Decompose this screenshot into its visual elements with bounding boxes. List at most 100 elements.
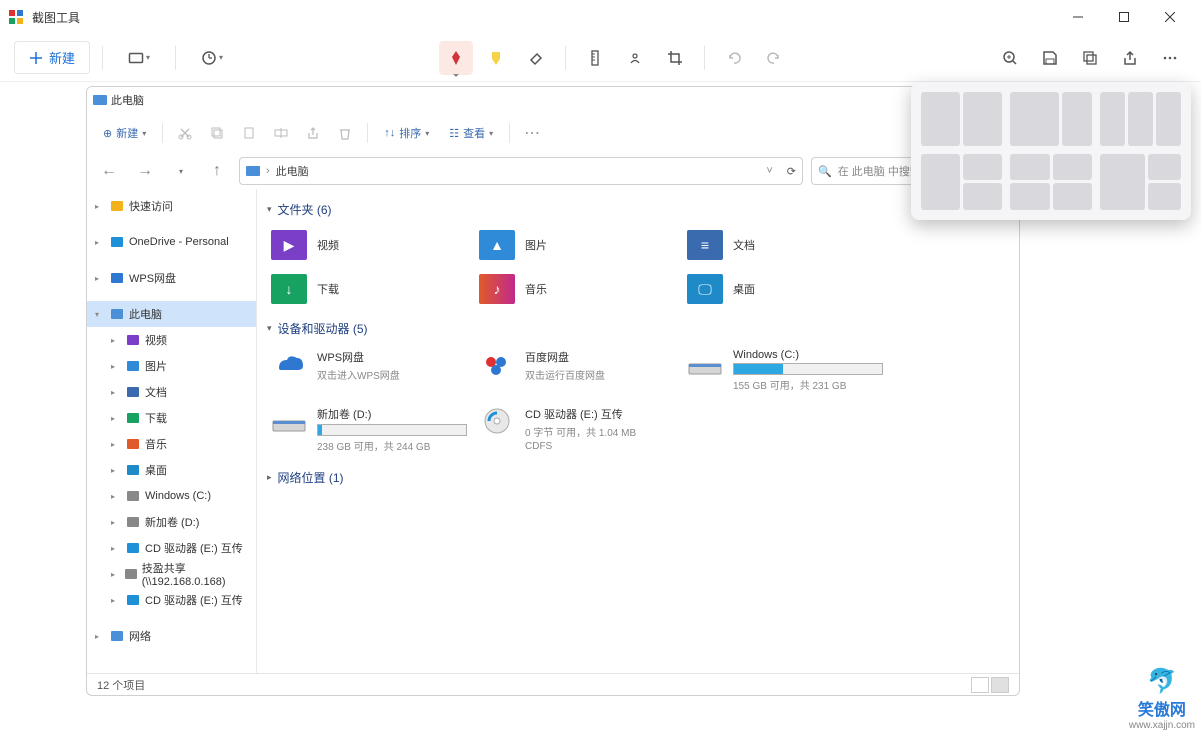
icons-view-button[interactable] <box>991 677 1009 693</box>
drive-item[interactable]: WPS网盘双击进入WPS网盘 <box>267 345 465 396</box>
close-button[interactable] <box>1147 0 1193 34</box>
tree-item[interactable]: ▸文档 <box>87 379 256 405</box>
tree-item[interactable]: ▸图片 <box>87 353 256 379</box>
undo-button[interactable] <box>717 41 751 75</box>
delete-button[interactable] <box>331 119 359 147</box>
crop-tool[interactable] <box>658 41 692 75</box>
details-view-button[interactable] <box>971 677 989 693</box>
zoom-button[interactable] <box>993 41 1027 75</box>
recent-button[interactable]: ▾ <box>167 157 195 185</box>
tree-item[interactable]: ▸下载 <box>87 405 256 431</box>
sort-menu[interactable]: ↑↓排序▾ <box>376 121 437 145</box>
copy-button[interactable] <box>1073 41 1107 75</box>
snap-layout-option[interactable] <box>1010 92 1091 146</box>
explorer-title: 此电脑 <box>111 92 144 108</box>
tree-item[interactable]: ▸CD 驱动器 (E:) 互传 <box>87 587 256 613</box>
share-button[interactable] <box>299 119 327 147</box>
tree-item[interactable]: ▸新加卷 (D:) <box>87 509 256 535</box>
tree-item[interactable]: ▾此电脑 <box>87 301 256 327</box>
snip-mode-dropdown[interactable]: ▾ <box>115 50 163 66</box>
more-icon <box>1162 50 1178 66</box>
delete-icon <box>338 126 352 140</box>
drive-item[interactable]: 新加卷 (D:)238 GB 可用，共 244 GB <box>267 402 465 457</box>
view-menu[interactable]: ☷查看▾ <box>441 121 501 145</box>
save-button[interactable] <box>1033 41 1067 75</box>
folder-item[interactable]: ▲图片 <box>475 226 673 264</box>
ruler-tool[interactable] <box>578 41 612 75</box>
address-bar[interactable]: › 此电脑 ˅ ⟳ <box>239 157 803 185</box>
tree-item-label: CD 驱动器 (E:) 互传 <box>145 540 243 556</box>
devices-group-label: 设备和驱动器 (5) <box>278 320 368 337</box>
cut-button[interactable] <box>171 119 199 147</box>
tree-item[interactable]: ▸WPS网盘 <box>87 265 256 291</box>
tree-item[interactable]: ▸CD 驱动器 (E:) 互传 <box>87 535 256 561</box>
tree-item-label: 此电脑 <box>129 306 162 322</box>
view-label: 查看 <box>463 125 485 141</box>
delay-dropdown[interactable]: ▾ <box>188 50 236 66</box>
drive-icon <box>271 349 307 379</box>
back-button[interactable]: ← <box>95 157 123 185</box>
share-button[interactable] <box>1113 41 1147 75</box>
overflow-button[interactable]: ⋯ <box>518 119 546 147</box>
tree-item-label: 网络 <box>129 628 151 644</box>
tree-item[interactable]: ▸网络 <box>87 623 256 649</box>
doc-icon <box>125 384 141 400</box>
network-group-header[interactable]: ▸网络位置 (1) <box>267 469 1009 486</box>
folder-icon: 🖵 <box>687 274 723 304</box>
new-snip-button[interactable]: 新建 <box>14 41 90 74</box>
snap-layout-option[interactable] <box>1100 92 1181 146</box>
maximize-button[interactable] <box>1101 0 1147 34</box>
chevron-icon: ▸ <box>111 336 121 345</box>
minimize-button[interactable] <box>1055 0 1101 34</box>
drive-sub: 238 GB 可用，共 244 GB <box>317 438 467 453</box>
redo-button[interactable] <box>757 41 791 75</box>
tree-item[interactable]: ▸视频 <box>87 327 256 353</box>
music-icon <box>125 436 141 452</box>
folder-icon: ≡ <box>687 230 723 260</box>
tree-item[interactable]: ▸OneDrive - Personal <box>87 229 256 255</box>
refresh-button[interactable]: ⟳ <box>787 165 796 178</box>
more-button[interactable] <box>1153 41 1187 75</box>
folder-item[interactable]: 🖵桌面 <box>683 270 881 308</box>
drive-icon <box>125 488 141 504</box>
rename-button[interactable] <box>267 119 295 147</box>
disc-icon <box>125 540 141 556</box>
picture-icon <box>125 358 141 374</box>
folders-group-header[interactable]: ▾文件夹 (6) <box>267 201 1009 218</box>
devices-group-header[interactable]: ▾设备和驱动器 (5) <box>267 320 1009 337</box>
sort-label: 排序 <box>399 125 421 141</box>
drive-item[interactable]: Windows (C:)155 GB 可用，共 231 GB <box>683 345 881 396</box>
up-button[interactable]: ↑ <box>203 157 231 185</box>
new-menu[interactable]: ⊕新建▾ <box>95 121 154 145</box>
tree-item[interactable]: ▸音乐 <box>87 431 256 457</box>
eraser-tool[interactable] <box>519 41 553 75</box>
tree-item-label: 文档 <box>145 384 167 400</box>
paste-button[interactable] <box>235 119 263 147</box>
tree-item[interactable]: ▸Windows (C:) <box>87 483 256 509</box>
touch-writing-tool[interactable] <box>618 41 652 75</box>
chevron-icon: ▸ <box>111 518 121 527</box>
copy-button[interactable] <box>203 119 231 147</box>
highlighter-tool[interactable] <box>479 41 513 75</box>
drive-sub2: CDFS <box>525 441 669 452</box>
tree-item[interactable]: ▸桌面 <box>87 457 256 483</box>
pen-tool[interactable] <box>439 41 473 75</box>
folder-item[interactable]: ♪音乐 <box>475 270 673 308</box>
explorer-command-bar: ⊕新建▾ ↑↓排序▾ ☷查看▾ ⋯ <box>87 113 1019 153</box>
folder-item[interactable]: ≡文档 <box>683 226 881 264</box>
snap-layout-option[interactable] <box>921 92 1002 146</box>
tree-item[interactable]: ▸快速访问 <box>87 193 256 219</box>
tree-item[interactable]: ▸技盈共享 (\\192.168.0.168) <box>87 561 256 587</box>
address-chevron[interactable]: ˅ <box>766 165 772 177</box>
snap-layout-option[interactable] <box>921 154 1002 211</box>
drive-icon <box>271 406 307 436</box>
snap-layout-option[interactable] <box>1010 154 1091 211</box>
folder-item[interactable]: ▶视频 <box>267 226 465 264</box>
sort-icon: ↑↓ <box>384 127 395 139</box>
folder-label: 下载 <box>317 281 339 297</box>
drive-item[interactable]: 百度网盘双击运行百度网盘 <box>475 345 673 396</box>
snap-layout-option[interactable] <box>1100 154 1181 211</box>
folder-item[interactable]: ↓下载 <box>267 270 465 308</box>
forward-button[interactable]: → <box>131 157 159 185</box>
drive-item[interactable]: CD 驱动器 (E:) 互传0 字节 可用，共 1.04 MBCDFS <box>475 402 673 457</box>
